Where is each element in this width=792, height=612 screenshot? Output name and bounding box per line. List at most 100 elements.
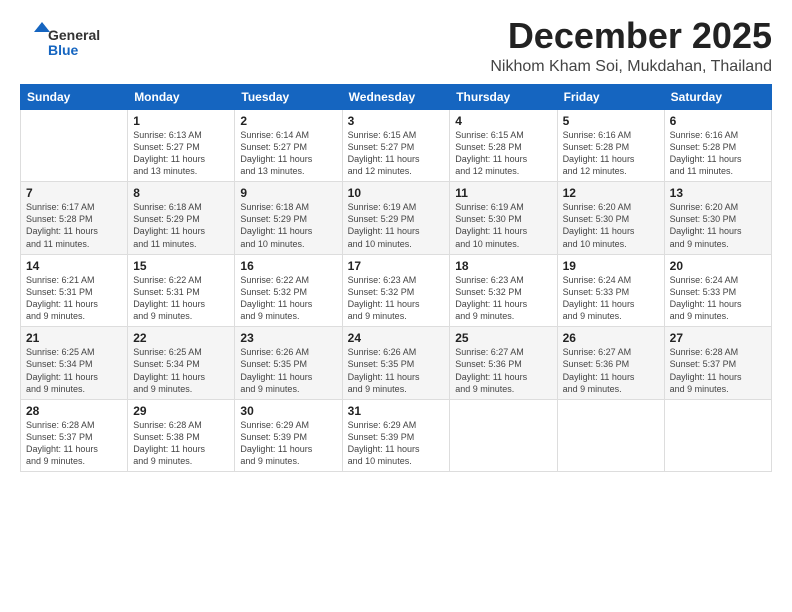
day-info: Sunrise: 6:28 AM Sunset: 5:37 PM Dayligh… (26, 419, 122, 468)
table-cell: 15Sunrise: 6:22 AM Sunset: 5:31 PM Dayli… (128, 254, 235, 327)
table-cell: 3Sunrise: 6:15 AM Sunset: 5:27 PM Daylig… (342, 109, 450, 182)
day-number: 18 (455, 259, 551, 273)
day-info: Sunrise: 6:15 AM Sunset: 5:28 PM Dayligh… (455, 129, 551, 178)
day-number: 10 (348, 186, 445, 200)
logo-text: General Blue (20, 20, 130, 69)
table-cell: 2Sunrise: 6:14 AM Sunset: 5:27 PM Daylig… (235, 109, 342, 182)
day-info: Sunrise: 6:25 AM Sunset: 5:34 PM Dayligh… (26, 346, 122, 395)
day-info: Sunrise: 6:20 AM Sunset: 5:30 PM Dayligh… (670, 201, 766, 250)
col-thursday: Thursday (450, 84, 557, 109)
calendar-week-3: 14Sunrise: 6:21 AM Sunset: 5:31 PM Dayli… (21, 254, 772, 327)
day-number: 28 (26, 404, 122, 418)
table-cell: 16Sunrise: 6:22 AM Sunset: 5:32 PM Dayli… (235, 254, 342, 327)
day-info: Sunrise: 6:29 AM Sunset: 5:39 PM Dayligh… (348, 419, 445, 468)
day-info: Sunrise: 6:19 AM Sunset: 5:29 PM Dayligh… (348, 201, 445, 250)
day-info: Sunrise: 6:18 AM Sunset: 5:29 PM Dayligh… (133, 201, 229, 250)
logo-svg: General Blue (20, 20, 130, 64)
svg-text:General: General (48, 27, 100, 43)
day-number: 14 (26, 259, 122, 273)
table-cell (21, 109, 128, 182)
table-cell (450, 399, 557, 472)
calendar-table: Sunday Monday Tuesday Wednesday Thursday… (20, 84, 772, 473)
table-cell: 31Sunrise: 6:29 AM Sunset: 5:39 PM Dayli… (342, 399, 450, 472)
day-number: 12 (563, 186, 659, 200)
day-info: Sunrise: 6:24 AM Sunset: 5:33 PM Dayligh… (563, 274, 659, 323)
table-cell: 27Sunrise: 6:28 AM Sunset: 5:37 PM Dayli… (664, 327, 771, 400)
day-info: Sunrise: 6:20 AM Sunset: 5:30 PM Dayligh… (563, 201, 659, 250)
table-cell (557, 399, 664, 472)
table-cell: 4Sunrise: 6:15 AM Sunset: 5:28 PM Daylig… (450, 109, 557, 182)
day-number: 27 (670, 331, 766, 345)
day-info: Sunrise: 6:28 AM Sunset: 5:37 PM Dayligh… (670, 346, 766, 395)
table-cell: 30Sunrise: 6:29 AM Sunset: 5:39 PM Dayli… (235, 399, 342, 472)
col-tuesday: Tuesday (235, 84, 342, 109)
day-info: Sunrise: 6:23 AM Sunset: 5:32 PM Dayligh… (455, 274, 551, 323)
table-cell: 23Sunrise: 6:26 AM Sunset: 5:35 PM Dayli… (235, 327, 342, 400)
day-number: 7 (26, 186, 122, 200)
col-wednesday: Wednesday (342, 84, 450, 109)
month-title: December 2025 (490, 16, 772, 56)
day-info: Sunrise: 6:19 AM Sunset: 5:30 PM Dayligh… (455, 201, 551, 250)
day-number: 6 (670, 114, 766, 128)
day-info: Sunrise: 6:26 AM Sunset: 5:35 PM Dayligh… (240, 346, 336, 395)
day-number: 30 (240, 404, 336, 418)
logo: General Blue (20, 20, 130, 69)
table-cell: 17Sunrise: 6:23 AM Sunset: 5:32 PM Dayli… (342, 254, 450, 327)
day-info: Sunrise: 6:16 AM Sunset: 5:28 PM Dayligh… (563, 129, 659, 178)
day-info: Sunrise: 6:26 AM Sunset: 5:35 PM Dayligh… (348, 346, 445, 395)
day-info: Sunrise: 6:22 AM Sunset: 5:31 PM Dayligh… (133, 274, 229, 323)
calendar-week-4: 21Sunrise: 6:25 AM Sunset: 5:34 PM Dayli… (21, 327, 772, 400)
day-number: 2 (240, 114, 336, 128)
table-cell: 7Sunrise: 6:17 AM Sunset: 5:28 PM Daylig… (21, 182, 128, 255)
table-cell: 18Sunrise: 6:23 AM Sunset: 5:32 PM Dayli… (450, 254, 557, 327)
table-cell: 20Sunrise: 6:24 AM Sunset: 5:33 PM Dayli… (664, 254, 771, 327)
day-number: 9 (240, 186, 336, 200)
svg-text:Blue: Blue (48, 42, 79, 58)
day-number: 20 (670, 259, 766, 273)
col-friday: Friday (557, 84, 664, 109)
day-number: 23 (240, 331, 336, 345)
title-section: December 2025 Nikhom Kham Soi, Mukdahan,… (490, 16, 772, 76)
table-cell: 9Sunrise: 6:18 AM Sunset: 5:29 PM Daylig… (235, 182, 342, 255)
table-cell: 28Sunrise: 6:28 AM Sunset: 5:37 PM Dayli… (21, 399, 128, 472)
day-number: 19 (563, 259, 659, 273)
day-number: 31 (348, 404, 445, 418)
table-cell: 14Sunrise: 6:21 AM Sunset: 5:31 PM Dayli… (21, 254, 128, 327)
day-number: 4 (455, 114, 551, 128)
calendar-week-2: 7Sunrise: 6:17 AM Sunset: 5:28 PM Daylig… (21, 182, 772, 255)
day-info: Sunrise: 6:17 AM Sunset: 5:28 PM Dayligh… (26, 201, 122, 250)
table-cell: 29Sunrise: 6:28 AM Sunset: 5:38 PM Dayli… (128, 399, 235, 472)
col-monday: Monday (128, 84, 235, 109)
day-info: Sunrise: 6:27 AM Sunset: 5:36 PM Dayligh… (563, 346, 659, 395)
day-number: 22 (133, 331, 229, 345)
day-number: 13 (670, 186, 766, 200)
day-info: Sunrise: 6:16 AM Sunset: 5:28 PM Dayligh… (670, 129, 766, 178)
table-cell: 19Sunrise: 6:24 AM Sunset: 5:33 PM Dayli… (557, 254, 664, 327)
day-info: Sunrise: 6:28 AM Sunset: 5:38 PM Dayligh… (133, 419, 229, 468)
day-info: Sunrise: 6:18 AM Sunset: 5:29 PM Dayligh… (240, 201, 336, 250)
col-sunday: Sunday (21, 84, 128, 109)
day-info: Sunrise: 6:24 AM Sunset: 5:33 PM Dayligh… (670, 274, 766, 323)
col-saturday: Saturday (664, 84, 771, 109)
day-number: 17 (348, 259, 445, 273)
day-info: Sunrise: 6:22 AM Sunset: 5:32 PM Dayligh… (240, 274, 336, 323)
table-cell: 12Sunrise: 6:20 AM Sunset: 5:30 PM Dayli… (557, 182, 664, 255)
table-cell: 10Sunrise: 6:19 AM Sunset: 5:29 PM Dayli… (342, 182, 450, 255)
page: General Blue December 2025 Nikhom Kham S… (0, 0, 792, 612)
table-cell: 13Sunrise: 6:20 AM Sunset: 5:30 PM Dayli… (664, 182, 771, 255)
location: Nikhom Kham Soi, Mukdahan, Thailand (490, 58, 772, 76)
day-info: Sunrise: 6:13 AM Sunset: 5:27 PM Dayligh… (133, 129, 229, 178)
table-cell: 1Sunrise: 6:13 AM Sunset: 5:27 PM Daylig… (128, 109, 235, 182)
table-cell: 11Sunrise: 6:19 AM Sunset: 5:30 PM Dayli… (450, 182, 557, 255)
day-number: 29 (133, 404, 229, 418)
day-number: 11 (455, 186, 551, 200)
day-number: 26 (563, 331, 659, 345)
day-number: 16 (240, 259, 336, 273)
table-cell: 21Sunrise: 6:25 AM Sunset: 5:34 PM Dayli… (21, 327, 128, 400)
day-number: 1 (133, 114, 229, 128)
table-cell: 24Sunrise: 6:26 AM Sunset: 5:35 PM Dayli… (342, 327, 450, 400)
calendar-week-5: 28Sunrise: 6:28 AM Sunset: 5:37 PM Dayli… (21, 399, 772, 472)
header: General Blue December 2025 Nikhom Kham S… (20, 16, 772, 76)
table-cell (664, 399, 771, 472)
day-number: 25 (455, 331, 551, 345)
